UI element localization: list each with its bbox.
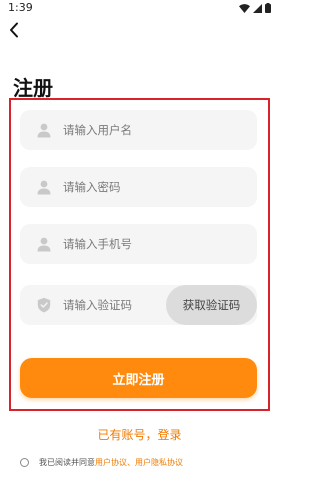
code-field: 获取验证码 <box>20 285 257 325</box>
register-button[interactable]: 立即注册 <box>20 358 257 398</box>
agreement-row: 我已阅读并同意 用户协议、用户隐私协议 <box>20 457 183 468</box>
get-code-button[interactable]: 获取验证码 <box>166 285 257 325</box>
signal-icon <box>253 3 262 13</box>
password-field <box>20 167 257 207</box>
agree-radio[interactable] <box>20 458 29 467</box>
battery-icon <box>265 3 271 13</box>
phone-input[interactable] <box>63 224 243 264</box>
user-icon <box>36 179 52 195</box>
code-input[interactable] <box>63 285 173 325</box>
shield-icon <box>36 297 52 313</box>
back-button[interactable] <box>6 22 22 42</box>
agreement-links[interactable]: 用户协议、用户隐私协议 <box>95 457 183 468</box>
user-icon <box>36 236 52 252</box>
password-input[interactable] <box>63 167 243 207</box>
status-icons <box>239 3 271 13</box>
user-icon <box>36 122 52 138</box>
agreement-text: 我已阅读并同意 <box>39 458 95 467</box>
phone-field <box>20 224 257 264</box>
chevron-left-icon <box>9 22 19 42</box>
status-time: 1:39 <box>8 1 33 14</box>
page-title: 注册 <box>13 76 53 100</box>
login-link[interactable]: 已有账号，登录 <box>0 426 279 443</box>
username-input[interactable] <box>63 110 243 150</box>
username-field <box>20 110 257 150</box>
status-bar: 1:39 <box>0 0 279 18</box>
wifi-icon <box>239 3 250 13</box>
